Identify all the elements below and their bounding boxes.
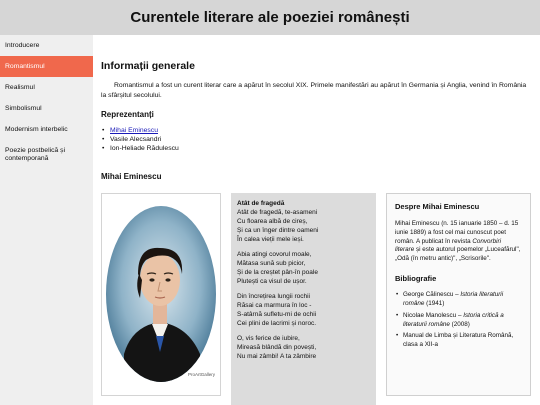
list-item: Nicolae Manolescu – Istoria critică a li… — [395, 312, 522, 330]
bib-year: (1941) — [424, 299, 445, 307]
main-content: Informații generale Romantismul a fost u… — [93, 35, 540, 405]
sidebar-item-label: Modernism interbelic — [5, 126, 68, 133]
poem-line: Cei plini de lacrimi și noroc. — [237, 319, 317, 327]
poem-line: Răsai ca marmura în loc - — [237, 301, 312, 309]
intro-paragraph: Romantismul a fost un curent literar car… — [101, 82, 527, 99]
featured-poet-heading: Mihai Eminescu — [101, 172, 162, 181]
poem-line: S-atârnă sufletu-mi de ochii — [237, 310, 317, 318]
list-item: Manual de Limba și Literatura Română, cl… — [395, 332, 522, 350]
poem-text: Atât de fragedă Atât de fragedă, te-asam… — [231, 193, 376, 375]
poem-line: Și de la creștet pân-în poale — [237, 268, 318, 276]
page-header: Curentele literare ale poeziei românești — [0, 0, 540, 35]
poem-line: Atât de fragedă, te-asameni — [237, 208, 318, 216]
sidebar-item-poezie-postbelica[interactable]: Poezie postbelică și contemporană — [0, 140, 93, 170]
about-bio: Mihai Eminescu (n. 15 ianuarie 1850 – d.… — [395, 220, 522, 264]
sidebar-item-introducere[interactable]: Introducere — [0, 35, 93, 56]
about-panel: Despre Mihai Eminescu Mihai Eminescu (n.… — [386, 193, 531, 396]
poem-stanza: Din încrețirea lungii rochii Răsai ca ma… — [237, 293, 370, 329]
section-title: Informații generale — [101, 60, 195, 72]
list-item[interactable]: Mihai Eminescu — [102, 126, 179, 135]
sidebar-item-romantismul[interactable]: Romantismul — [0, 56, 93, 77]
poem-line: În calea vieții mele ieși. — [237, 235, 304, 243]
list-item: Vasile Alecsandri — [102, 135, 179, 144]
sidebar-item-label: Romantismul — [5, 63, 45, 70]
sidebar-item-label: Introducere — [5, 42, 40, 49]
about-bio-text: și este autorul poemelor „Luceafărul", „… — [395, 246, 521, 263]
bibliography-list: George Călinescu – Istoria literaturii r… — [395, 291, 522, 350]
representatives-heading: Reprezentanți — [101, 110, 154, 119]
poem-stanza: O, vis ferice de iubire, Mireasă blândă … — [237, 335, 370, 362]
poem-line: Și ca un înger dintre oameni — [237, 226, 319, 234]
poem-line: Cu floarea albă de cireș, — [237, 217, 308, 225]
bibliography-title: Bibliografie — [395, 274, 437, 284]
list-item: Ion-Heliade Rădulescu — [102, 144, 179, 153]
list-item: George Călinescu – Istoria literaturii r… — [395, 291, 522, 309]
poem-line: Plutești ca visul de ușor. — [237, 277, 307, 285]
poem-line: Abia atingi covorul moale, — [237, 250, 312, 258]
portrait-watermark: ProArtGallery — [188, 372, 216, 377]
poem-line: Nu mai zâmbi! A ta zâmbire — [237, 352, 317, 360]
about-title: Despre Mihai Eminescu — [395, 202, 480, 211]
representatives-list: Mihai Eminescu Vasile Alecsandri Ion-Hel… — [102, 126, 179, 154]
sidebar-item-realismul[interactable]: Realismul — [0, 77, 93, 98]
poem-line: Mireasă blândă din povești, — [237, 343, 317, 351]
bib-author: Nicolae Manolescu – — [403, 311, 464, 319]
poem-stanza: Abia atingi covorul moale, Mătasa sună s… — [237, 251, 370, 287]
portrait-image: ProArtGallery — [106, 206, 216, 382]
sidebar-item-simbolismul[interactable]: Simbolismul — [0, 98, 93, 119]
sidebar-item-label: Realismul — [5, 84, 35, 91]
page-title: Curentele literare ale poeziei românești — [130, 9, 410, 26]
sidebar-item-modernism[interactable]: Modernism interbelic — [0, 119, 93, 140]
bib-author: Manual de Limba și Literatura Română, cl… — [403, 332, 514, 349]
portrait-frame: ProArtGallery — [101, 193, 221, 396]
poem-line: O, vis ferice de iubire, — [237, 334, 300, 342]
sidebar-nav: Introducere Romantismul Realismul Simbol… — [0, 35, 93, 405]
bib-author: George Călinescu – — [403, 291, 461, 299]
poem-line: Mătasa sună sub picior, — [237, 259, 306, 267]
representative-link-eminescu[interactable]: Mihai Eminescu — [110, 127, 158, 134]
poem-panel: Atât de fragedă Atât de fragedă, te-asam… — [231, 193, 376, 405]
poem-stanza: Atât de fragedă, te-asameni Cu floarea a… — [237, 209, 370, 245]
poem-line: Din încrețirea lungii rochii — [237, 292, 310, 300]
bib-year: (2008) — [449, 320, 470, 328]
sidebar-item-label: Poezie postbelică și contemporană — [5, 146, 66, 162]
sidebar-item-label: Simbolismul — [5, 105, 42, 112]
poem-title: Atât de fragedă — [237, 200, 285, 207]
